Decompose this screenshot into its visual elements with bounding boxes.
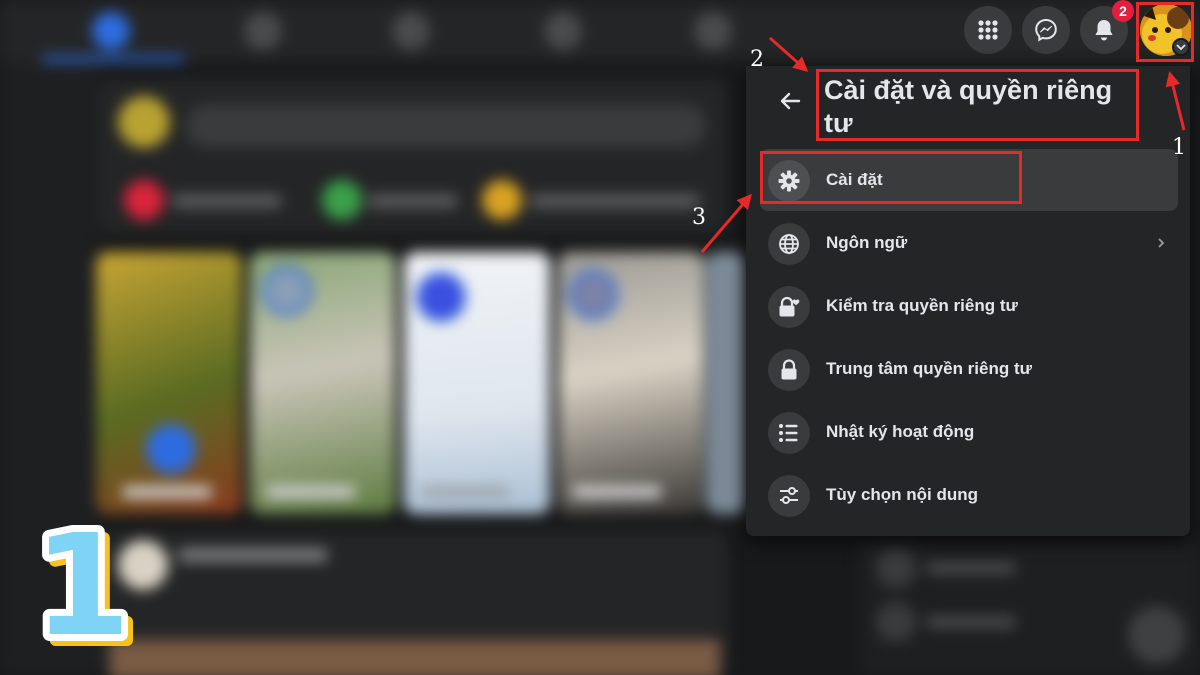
new-message-icon[interactable] bbox=[1128, 606, 1186, 664]
menu-item-label: Trung tâm quyền riêng tư bbox=[826, 359, 1032, 378]
feeling-label bbox=[530, 194, 700, 208]
messenger-button[interactable] bbox=[1022, 6, 1070, 54]
step-badge: 1 1 1 bbox=[26, 498, 142, 675]
step-number-3: 3 bbox=[692, 205, 706, 230]
menu-item-privacy-checkup[interactable]: Kiểm tra quyền riêng tư bbox=[760, 275, 1178, 337]
story-avatar bbox=[262, 266, 312, 316]
feeling-icon[interactable] bbox=[482, 180, 522, 220]
story-label bbox=[420, 486, 510, 498]
menu-icon-circle bbox=[768, 223, 810, 265]
messenger-icon bbox=[1035, 18, 1057, 42]
highlight-box-profile bbox=[1136, 2, 1194, 62]
live-video-label bbox=[172, 194, 282, 208]
menu-item-label: Nhật ký hoạt động bbox=[826, 422, 975, 441]
highlight-box-title bbox=[816, 69, 1139, 141]
story-label bbox=[266, 486, 356, 498]
nav-marketplace-icon[interactable] bbox=[392, 12, 430, 50]
bell-icon bbox=[1095, 20, 1113, 41]
globe-icon bbox=[779, 234, 799, 254]
step-number-2: 2 bbox=[750, 47, 764, 72]
top-navigation-bar bbox=[0, 0, 1200, 62]
grid-icon bbox=[978, 20, 998, 40]
lock-icon bbox=[781, 359, 797, 380]
contact-name bbox=[926, 616, 1016, 628]
highlight-box-settings bbox=[760, 151, 1022, 204]
photo-video-icon[interactable] bbox=[322, 180, 362, 220]
post-composer bbox=[100, 78, 728, 234]
story-label bbox=[572, 486, 662, 498]
sliders-icon bbox=[780, 487, 798, 504]
menu-icon-circle bbox=[768, 412, 810, 454]
live-video-icon[interactable] bbox=[124, 180, 164, 220]
menu-icon-circle bbox=[768, 349, 810, 391]
story-avatar bbox=[416, 272, 466, 322]
lock-heart-icon bbox=[779, 296, 800, 317]
menu-icon-circle bbox=[768, 475, 810, 517]
chevron-right-icon bbox=[1154, 234, 1168, 252]
menu-item-label: Tùy chọn nội dung bbox=[826, 485, 979, 504]
nav-home-icon[interactable] bbox=[92, 12, 130, 50]
nav-gaming-icon[interactable] bbox=[694, 12, 732, 50]
nav-video-icon[interactable] bbox=[244, 12, 282, 50]
nav-groups-icon[interactable] bbox=[544, 12, 582, 50]
post-image bbox=[110, 640, 720, 675]
menu-item-content-preferences[interactable]: Tùy chọn nội dung bbox=[760, 464, 1178, 526]
menu-grid-button[interactable] bbox=[964, 6, 1012, 54]
notification-count-badge: 2 bbox=[1112, 0, 1134, 22]
menu-icon-circle bbox=[768, 286, 810, 328]
arrow-left-icon bbox=[780, 92, 801, 110]
step-badge-graphic: 1 1 1 bbox=[26, 498, 142, 675]
create-story-icon[interactable] bbox=[146, 424, 196, 474]
post-author-name bbox=[178, 548, 328, 562]
list-icon bbox=[779, 424, 798, 442]
composer-input[interactable] bbox=[186, 104, 706, 148]
menu-item-privacy-center[interactable]: Trung tâm quyền riêng tư bbox=[760, 338, 1178, 400]
menu-item-label: Kiểm tra quyền riêng tư bbox=[826, 296, 1018, 315]
contact-avatar[interactable] bbox=[876, 548, 916, 588]
back-button[interactable] bbox=[775, 86, 805, 116]
step-number-1: 1 bbox=[1172, 135, 1186, 160]
menu-item-language[interactable]: Ngôn ngữ bbox=[760, 212, 1178, 274]
contact-avatar[interactable] bbox=[876, 602, 916, 642]
menu-item-activity-log[interactable]: Nhật ký hoạt động bbox=[760, 401, 1178, 463]
contact-name bbox=[926, 562, 1016, 574]
composer-avatar bbox=[118, 96, 170, 148]
screenshot-stage: 2 Cài đặt và quyền riêng tư Cài đặt Ngôn… bbox=[0, 0, 1200, 675]
step-badge-number: 1 bbox=[36, 510, 131, 660]
story-card[interactable] bbox=[96, 252, 242, 514]
story-card[interactable] bbox=[706, 252, 746, 514]
menu-item-label: Ngôn ngữ bbox=[826, 233, 908, 252]
photo-video-label bbox=[368, 194, 458, 208]
story-avatar bbox=[568, 270, 618, 320]
story-label bbox=[122, 486, 212, 498]
